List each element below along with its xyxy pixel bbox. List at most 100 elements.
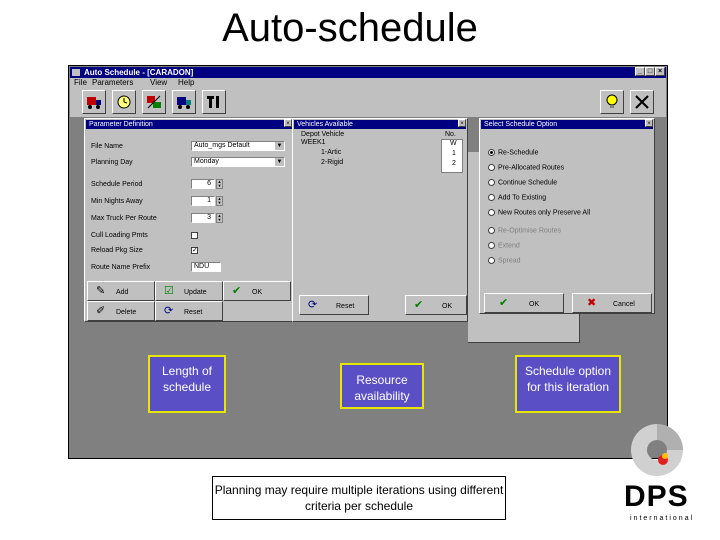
tools-tool-button[interactable] [202,90,226,114]
param-reset-button[interactable]: ⟳ Reset [155,301,223,321]
menu-view[interactable]: View [150,78,167,88]
min-nights-input[interactable]: 1 [191,196,215,206]
vehicle-number-list[interactable]: W 1 2 [441,139,463,173]
reload-pkg-checkbox[interactable]: ✓ [191,247,198,254]
delete-button[interactable]: ✐ Delete [87,301,155,321]
radio-icon [488,227,495,234]
vehicles-dialog-close[interactable]: × [458,119,466,127]
close-button[interactable]: × [655,67,665,76]
radio-icon [488,179,495,186]
truck-schedule-icon [87,97,101,109]
option-continue[interactable]: Continue Schedule [488,179,557,186]
parameter-dialog-title: Parameter Definition [86,120,292,129]
eraser-icon: ✐ [96,305,106,317]
number-header: No. [445,131,456,138]
vehicles-ok-button[interactable]: ✔ OK [405,295,467,315]
radio-icon [488,164,495,171]
toolbar [70,88,666,118]
file-name-select[interactable]: Auto_mgs Default ▼ [191,141,285,151]
schedule-period-input[interactable]: 6 [191,179,215,189]
pencil-icon: ✎ [96,285,106,297]
cull-loading-checkbox[interactable] [191,232,198,239]
refresh-icon: ⟳ [308,299,318,311]
app-title: Auto Schedule - [CARADON] [84,68,194,77]
option-re-schedule[interactable]: Re-Schedule [488,149,538,156]
vehicle-row-number: 2 [452,160,456,167]
help-tool-button[interactable] [600,90,624,114]
param-ok-button[interactable]: ✔ OK [223,281,291,301]
options-cancel-button[interactable]: ✖ Cancel [572,293,652,313]
radio-selected-icon [488,149,495,156]
menu-bar: File Parameters View Help [70,78,666,88]
option-new-routes[interactable]: New Routes only Preserve All [488,209,590,216]
schedule-period-stepper[interactable]: ▲ ▼ [216,179,223,189]
menu-file[interactable]: File [74,78,87,88]
clock-tool-button[interactable] [112,90,136,114]
vehicle-row-name: 1-Artic [321,149,342,156]
callout-option: Schedule option for this iteration [515,355,621,413]
add-button[interactable]: ✎ Add [87,281,155,301]
menu-help[interactable]: Help [178,78,194,88]
vehicle-row-name: WEEK1 [301,139,326,146]
vehicles-reset-button[interactable]: ⟳ Reset [299,295,369,315]
slide-title: Auto-schedule [222,6,478,50]
min-nights-label: Min Nights Away [91,198,143,205]
route-tool-button[interactable] [142,90,166,114]
option-add-existing[interactable]: Add To Existing [488,194,546,201]
option-extend[interactable]: Extend [488,242,520,249]
schedule-option-dialog: Select Schedule Option × Re-Schedule Pre… [479,118,655,314]
app-icon[interactable] [72,69,80,76]
radio-icon [488,209,495,216]
check-icon: ✔ [232,285,242,297]
logo-text: DPS [624,480,689,513]
menu-parameters[interactable]: Parameters [92,78,133,88]
planning-note: Planning may require multiple iterations… [212,476,506,520]
clock-icon [117,95,131,109]
maximize-button[interactable]: □ [645,67,655,76]
max-truck-label: Max Truck Per Route [91,215,157,222]
route-prefix-input[interactable]: NDU [191,262,221,272]
schedule-period-label: Schedule Period [91,181,143,188]
min-nights-stepper[interactable]: ▲ ▼ [216,196,223,206]
option-re-optimise[interactable]: Re-Optimise Routes [488,227,561,234]
parameter-dialog: Parameter Definition × File Name Auto_mg… [84,118,294,322]
options-ok-button[interactable]: ✔ OK [484,293,564,313]
max-truck-input[interactable]: 3 [191,213,215,223]
check-icon: ✔ [499,297,509,309]
planning-day-label: Planning Day [91,159,133,166]
exit-tool-button[interactable] [630,90,654,114]
reload-pkg-label: Reload Pkg Size [91,247,143,254]
vehicle-tool-button[interactable] [172,90,196,114]
radio-icon [488,242,495,249]
max-truck-stepper[interactable]: ▲ ▼ [216,213,223,223]
callout-length: Length of schedule [148,355,226,413]
planning-day-select[interactable]: Monday ▼ [191,157,285,167]
option-spread[interactable]: Spread [488,257,521,264]
chevron-down-icon: ▼ [275,142,284,150]
schedule-option-dialog-close[interactable]: × [645,119,653,127]
cull-loading-label: Cull Loading Pmts [91,232,148,239]
cancel-x-icon: ✖ [587,297,597,309]
refresh-icon: ⟳ [164,305,174,317]
help-bulb-icon [606,94,618,108]
radio-icon [488,194,495,201]
vehicle-row-number: W [450,140,457,147]
update-button[interactable]: ☑ Update [155,281,223,301]
app-title-bar: Auto Schedule - [CARADON] [70,67,666,78]
callout-resource: Resource availability [340,363,424,409]
route-icon [147,95,161,109]
option-pre-allocated[interactable]: Pre-Allocated Routes [488,164,564,171]
file-name-label: File Name [91,143,123,150]
dps-logo-icon [631,424,683,476]
minimize-button[interactable]: _ [635,67,645,76]
schedule-tool-button[interactable] [82,90,106,114]
vehicle-row-name: 2-Rigid [321,159,344,166]
vehicle-icon [177,97,191,109]
logo-subtitle: international [630,515,695,522]
chevron-down-icon: ▼ [275,158,284,166]
slide: Auto-schedule Auto Schedule - [CARADON] … [0,0,720,540]
route-prefix-label: Route Name Prefix [91,264,151,271]
parameter-dialog-close[interactable]: × [284,119,292,127]
vehicle-name-list[interactable]: WEEK1 1-Artic 2-Rigid [299,139,441,173]
check-icon: ✔ [414,299,424,311]
